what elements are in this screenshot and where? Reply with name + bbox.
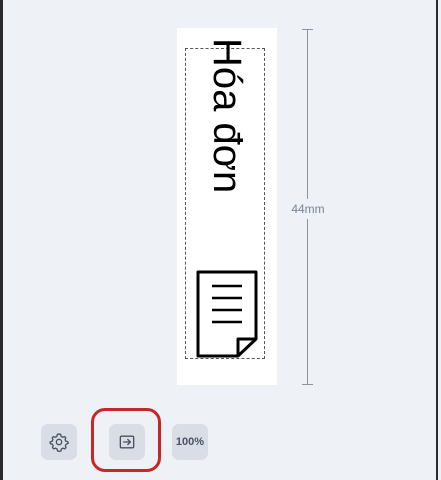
window-border-right bbox=[436, 0, 438, 480]
dimension-cap-bottom bbox=[302, 384, 313, 385]
document-icon[interactable] bbox=[192, 269, 262, 359]
gear-icon bbox=[49, 433, 69, 452]
dimension-label: 44mm bbox=[284, 199, 332, 219]
highlight-annotation bbox=[91, 408, 161, 472]
zoom-level-button[interactable]: 100% bbox=[172, 424, 208, 460]
label-text[interactable]: Hóa đơn bbox=[205, 38, 249, 193]
label-preview[interactable]: Hóa đơn bbox=[177, 28, 277, 385]
settings-button[interactable] bbox=[41, 424, 77, 460]
